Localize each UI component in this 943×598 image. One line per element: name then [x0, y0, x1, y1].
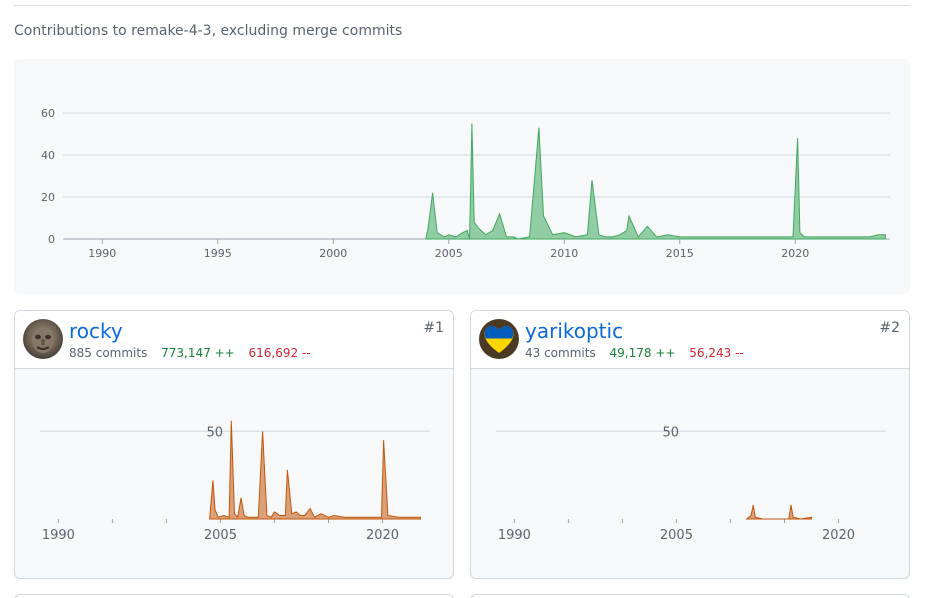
x-tick-label: 1990: [88, 247, 116, 260]
x-tick-label: 2010: [550, 247, 578, 260]
contributor-card-yarikoptic: yarikoptic 43 commits 49,178 ++ 56,243 -…: [470, 310, 910, 579]
avatar-rocky-image: [23, 319, 63, 359]
y-tick-label: 40: [41, 149, 55, 162]
additions-count: 49,178 ++: [609, 346, 676, 360]
top-divider: [14, 5, 910, 6]
contributor-name-link[interactable]: rocky: [69, 319, 123, 343]
contributor-card-header: yarikoptic 43 commits 49,178 ++ 56,243 -…: [471, 311, 909, 369]
contribution-area: [745, 504, 812, 520]
y-tick-label: 50: [206, 425, 223, 440]
avatar-rocky[interactable]: [23, 319, 63, 359]
contributor-rank: #1: [423, 320, 444, 336]
x-tick-label: 1995: [204, 247, 232, 260]
y-tick-label: 50: [662, 425, 679, 440]
contributor-card-rocky: rocky 885 commits 773,147 ++ 616,692 -- …: [14, 310, 454, 579]
x-tick-label: 2020: [822, 528, 855, 543]
x-tick-label: 1990: [42, 528, 75, 543]
additions-count: 773,147 ++: [161, 346, 235, 360]
x-tick-label: 2005: [660, 528, 693, 543]
contributor-card-next: [14, 594, 454, 598]
contributions-chart-panel[interactable]: 0 20 40 60 1990 1995 2000 2005 2010 2015 2020: [14, 59, 910, 294]
x-tick-label: 2020: [781, 247, 809, 260]
contributor-name-link[interactable]: yarikoptic: [525, 319, 623, 343]
contribution-area: [209, 420, 421, 520]
x-tick-label: 1990: [498, 528, 531, 543]
commits-count-link[interactable]: 885 commits: [69, 346, 147, 360]
y-tick-label: 0: [48, 233, 55, 246]
deletions-count: 616,692 --: [248, 346, 311, 360]
contributor-card-next: [470, 594, 910, 598]
avatar-yarikoptic[interactable]: [479, 319, 519, 359]
avatar-yarikoptic-image: [479, 319, 519, 359]
x-tick-label: 2020: [366, 528, 399, 543]
x-tick-label: 2000: [319, 247, 347, 260]
contributions-subtitle: Contributions to remake-4-3, excluding m…: [14, 23, 403, 39]
contribution-area: [425, 123, 886, 240]
deletions-count: 56,243 --: [689, 346, 744, 360]
contributor-card-header: rocky 885 commits 773,147 ++ 616,692 -- …: [15, 311, 453, 369]
contributor-chart[interactable]: 50 1990 2005 2020: [471, 369, 910, 579]
x-tick-label: 2005: [435, 247, 463, 260]
y-tick-label: 20: [41, 191, 55, 204]
commits-count-link[interactable]: 43 commits: [525, 346, 596, 360]
x-tick-label: 2015: [666, 247, 694, 260]
contributor-chart[interactable]: 50 1990 2005 2020: [15, 369, 454, 579]
contributions-chart[interactable]: 0 20 40 60 1990 1995 2000 2005 2010 2015 2020: [14, 59, 910, 294]
contributor-stats: 885 commits 773,147 ++ 616,692 --: [69, 346, 311, 360]
contributor-stats: 43 commits 49,178 ++ 56,243 --: [525, 346, 744, 360]
contributor-rank: #2: [879, 320, 900, 336]
y-tick-label: 60: [41, 107, 55, 120]
x-tick-label: 2005: [204, 528, 237, 543]
